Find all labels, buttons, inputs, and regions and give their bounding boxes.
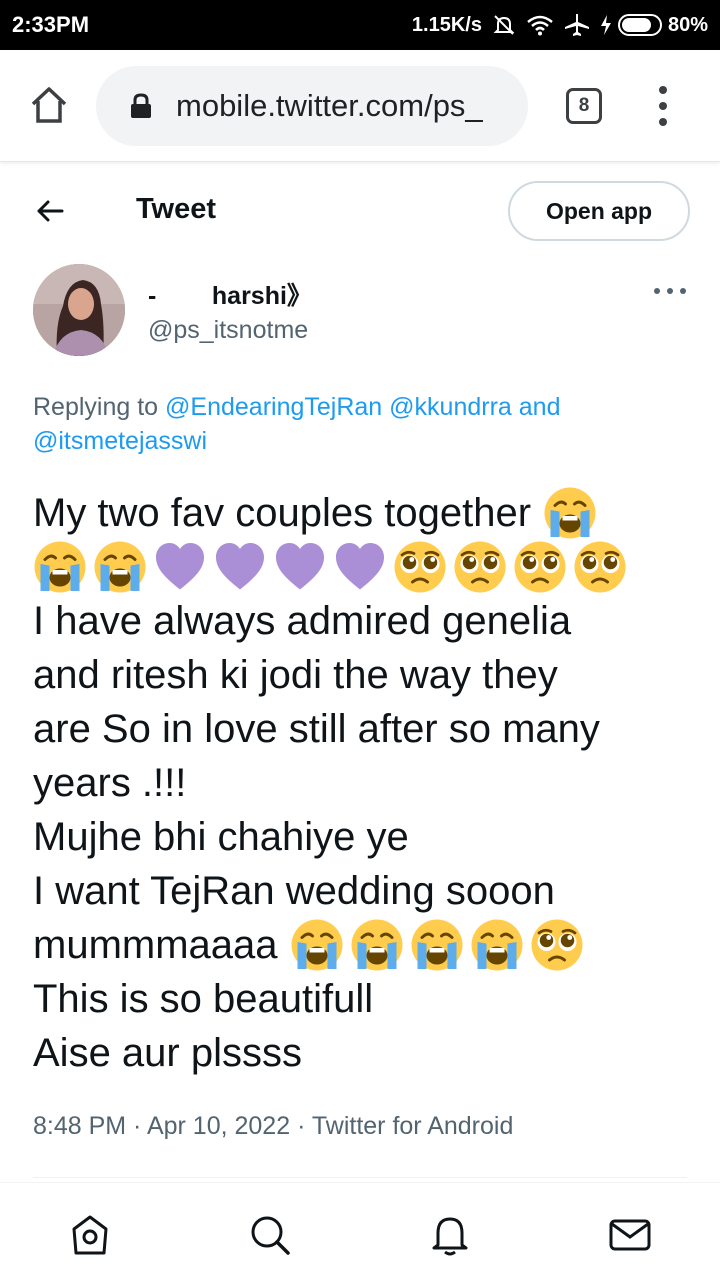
browser-menu-button[interactable]: [652, 86, 674, 126]
open-app-button[interactable]: Open app: [508, 181, 690, 241]
loudly-crying-face-icon: [93, 540, 147, 594]
purple-heart-icon: [213, 540, 267, 594]
tweet-line: are So in love still after so many: [33, 707, 600, 751]
pleading-face-icon: [453, 540, 507, 594]
purple-heart-icon: [153, 540, 207, 594]
pleading-face-icon: [513, 540, 567, 594]
loudly-crying-face-icon: [290, 918, 344, 972]
tweet-line: I want TejRan wedding sooon: [33, 869, 555, 913]
tweet-time[interactable]: 8:48 PM: [33, 1112, 126, 1140]
tweet-line-text: My two fav couples together: [33, 491, 532, 535]
nav-search[interactable]: [248, 1213, 292, 1257]
replying-to: Replying to @EndearingTejRan @kkundrra a…: [33, 390, 693, 458]
purple-heart-icon: [273, 540, 327, 594]
replying-to-label: Replying to: [33, 393, 166, 421]
avatar-image: [33, 264, 125, 356]
tweet-timestamp: 8:48 PM · Apr 10, 2022 · Twitter for And…: [33, 1112, 513, 1141]
tweet-line: This is so beautifull: [33, 977, 374, 1021]
back-arrow-icon: [37, 200, 64, 222]
more-dot: [654, 288, 660, 294]
url-text: mobile.twitter.com/ps_: [176, 88, 483, 123]
divider: [33, 1177, 687, 1178]
mention-link[interactable]: @itsmetejasswi: [33, 427, 207, 455]
menu-dot: [659, 102, 667, 110]
envelope-icon: [609, 1219, 651, 1251]
more-dot: [667, 288, 673, 294]
lock-icon: [131, 93, 151, 118]
bottom-navigation: [0, 1182, 720, 1280]
loudly-crying-face-icon: [410, 918, 464, 972]
tweet-line-text: mummmaaaa: [33, 923, 278, 967]
display-name[interactable]: - harshi》: [148, 276, 312, 312]
mention-link[interactable]: @EndearingTejRan: [165, 393, 382, 421]
browser-toolbar: mobile.twitter.com/ps_ 8: [0, 50, 720, 162]
battery-indicator: 80%: [600, 14, 708, 37]
network-speed: 1.15K/s: [411, 13, 482, 36]
battery-icon: [617, 14, 662, 36]
battery-percent: 80%: [667, 13, 708, 36]
loudly-crying-face-icon: [543, 486, 597, 540]
meta-separator: ·: [126, 1112, 147, 1140]
address-bar[interactable]: mobile.twitter.com/ps_: [96, 66, 528, 146]
nav-messages[interactable]: [608, 1213, 652, 1257]
purple-heart-icon: [333, 540, 387, 594]
search-icon: [251, 1216, 290, 1255]
meta-separator: ·: [290, 1112, 312, 1140]
bell-icon: [432, 1217, 468, 1256]
nav-home[interactable]: [68, 1213, 112, 1257]
status-icons: 1.15K/s 80%: [412, 13, 708, 37]
menu-dot: [659, 86, 667, 94]
avatar[interactable]: [33, 264, 125, 356]
loudly-crying-face-icon: [33, 540, 87, 594]
mention-link[interactable]: @kkundrra: [389, 393, 512, 421]
tweet-source[interactable]: Twitter for Android: [312, 1112, 513, 1140]
tweet-header: Tweet Open app: [0, 175, 720, 247]
home-icon: [72, 1215, 108, 1255]
home-button[interactable]: [28, 84, 70, 126]
page-title: Tweet: [136, 193, 217, 225]
pleading-face-icon: [393, 540, 447, 594]
conjunction-text: and: [511, 393, 561, 421]
tweet-line: Aise aur plssss: [33, 1031, 302, 1075]
tweet-line: I have always admired genelia: [33, 599, 572, 643]
more-options-button[interactable]: [654, 288, 686, 296]
pleading-face-icon: [573, 540, 627, 594]
wifi-icon: [526, 14, 554, 36]
charging-icon: [600, 15, 611, 35]
tweet-text: My two fav couples together I have alway…: [33, 486, 693, 1080]
home-icon: [31, 87, 67, 123]
menu-dot: [659, 118, 667, 126]
pleading-face-icon: [530, 918, 584, 972]
tweet-line: and ritesh ki jodi the way they: [33, 653, 558, 697]
mute-icon: [492, 13, 516, 37]
tweet-line: Mujhe bhi chahiye ye: [33, 815, 409, 859]
airplane-icon: [564, 13, 590, 37]
tweet-date[interactable]: Apr 10, 2022: [147, 1112, 290, 1140]
more-dot: [680, 288, 686, 294]
status-bar: 2:33PM 1.15K/s 80%: [0, 0, 720, 50]
user-handle[interactable]: @ps_itsnotme: [148, 316, 308, 345]
tab-switcher-button[interactable]: 8: [566, 88, 602, 124]
tweet-line: mummmaaaa: [33, 918, 693, 972]
status-time: 2:33PM: [12, 12, 90, 37]
nav-notifications[interactable]: [428, 1213, 472, 1257]
back-button[interactable]: [34, 195, 66, 227]
loudly-crying-face-icon: [350, 918, 404, 972]
loudly-crying-face-icon: [470, 918, 524, 972]
tweet-line: My two fav couples together: [33, 486, 693, 540]
tweet-line: [33, 540, 693, 594]
tweet-line: years .!!!: [33, 761, 187, 805]
